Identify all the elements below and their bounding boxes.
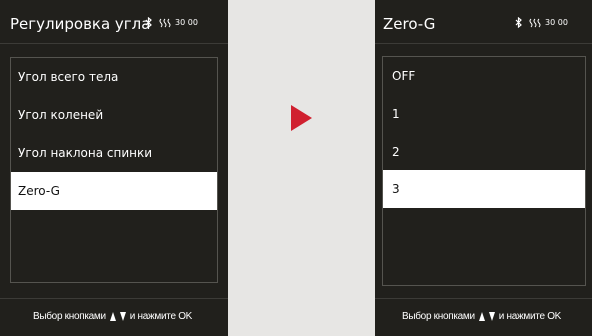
right-device-screen: Zero-G 30 00 OFF 1 2 3 Выбор кнопками и … <box>375 0 592 336</box>
down-arrow-icon <box>488 312 495 321</box>
right-screen-footer: Выбор кнопками и нажмите OK <box>375 298 592 336</box>
up-arrow-icon <box>478 312 485 321</box>
menu-item-backrest-angle[interactable]: Угол наклона спинки <box>11 134 217 172</box>
hint-text-after: и нажмите OK <box>129 311 193 322</box>
right-footer-hint: Выбор кнопками и нажмите OK <box>402 311 561 322</box>
left-footer-hint: Выбор кнопками и нажмите OK <box>33 311 192 322</box>
hint-text-before: Выбор кнопками <box>33 311 106 322</box>
left-status-time: 30 00 <box>175 17 198 27</box>
menu-item-whole-body-angle[interactable]: Угол всего тела <box>11 58 217 96</box>
menu-item-label: 3 <box>392 182 400 196</box>
down-arrow-icon <box>119 312 126 321</box>
menu-item-label: Угол коленей <box>18 108 104 122</box>
left-menu-list: Угол всего тела Угол коленей Угол наклон… <box>10 57 218 283</box>
menu-item-label: Zero-G <box>18 184 60 198</box>
menu-item-1[interactable]: 1 <box>383 95 585 133</box>
left-screen-header: Регулировка угла 30 00 <box>0 0 228 44</box>
signal-icon <box>529 18 541 28</box>
up-arrow-icon <box>109 312 116 321</box>
menu-item-off[interactable]: OFF <box>383 57 585 95</box>
menu-item-label: 1 <box>392 107 400 121</box>
right-status-time: 30 00 <box>545 17 568 27</box>
right-screen-header: Zero-G 30 00 <box>375 0 592 44</box>
left-status-bar: 30 00 <box>145 17 198 28</box>
left-device-screen: Регулировка угла 30 00 Угол всего тела У… <box>0 0 228 336</box>
hint-text-before: Выбор кнопками <box>402 311 475 322</box>
menu-item-label: OFF <box>392 69 416 83</box>
signal-icon <box>159 18 171 28</box>
left-screen-title: Регулировка угла <box>10 15 151 33</box>
menu-item-3[interactable]: 3 <box>383 170 585 208</box>
menu-item-label: Угол всего тела <box>18 70 119 84</box>
menu-item-2[interactable]: 2 <box>383 133 585 171</box>
right-menu-list: OFF 1 2 3 <box>382 56 586 286</box>
right-status-bar: 30 00 <box>515 17 568 28</box>
hint-text-after: и нажмите OK <box>498 311 562 322</box>
bluetooth-icon <box>145 17 152 28</box>
menu-item-label: 2 <box>392 145 400 159</box>
transition-arrow-icon <box>291 105 312 131</box>
menu-item-knee-angle[interactable]: Угол коленей <box>11 96 217 134</box>
left-screen-footer: Выбор кнопками и нажмите OK <box>0 298 228 336</box>
menu-item-zero-g[interactable]: Zero-G <box>11 172 217 210</box>
bluetooth-icon <box>515 17 522 28</box>
menu-item-label: Угол наклона спинки <box>18 146 153 160</box>
right-screen-title: Zero-G <box>383 15 436 33</box>
